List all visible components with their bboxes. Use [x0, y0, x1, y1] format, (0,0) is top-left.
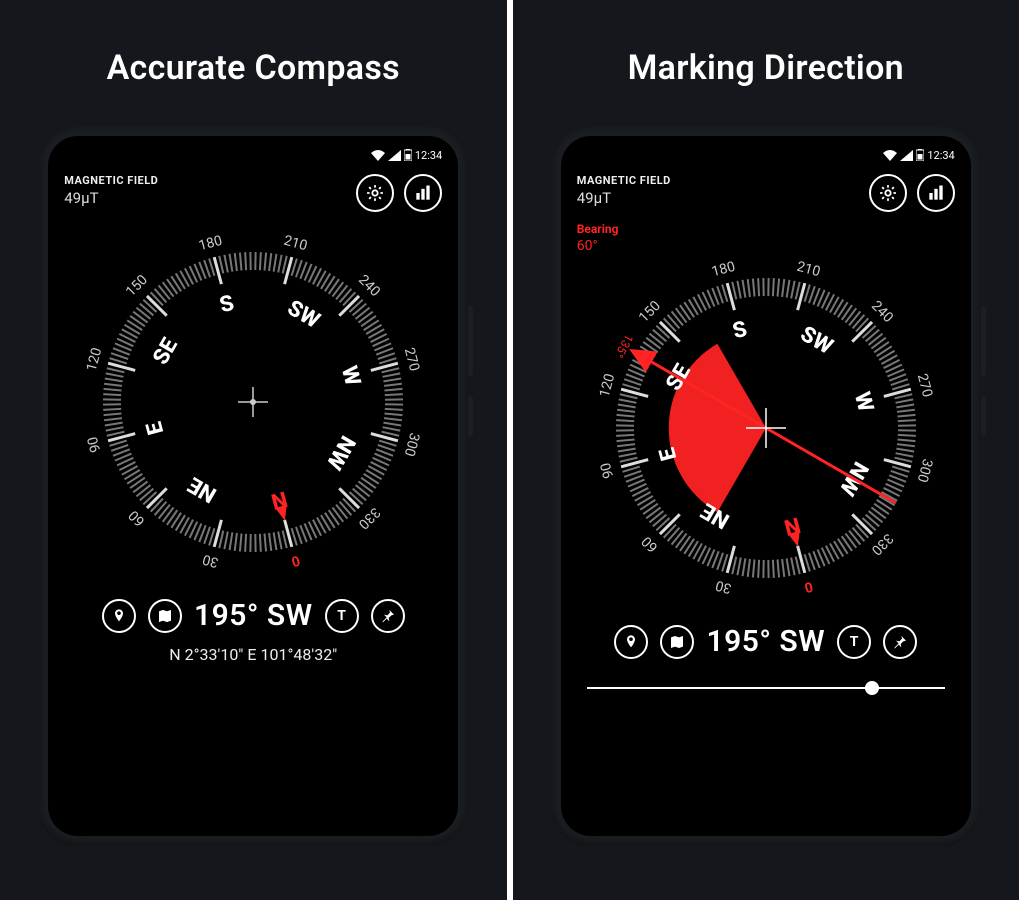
pane-left: Accurate Compass 12:34 MAGNETIC FIELD 49… — [0, 0, 507, 900]
svg-text:270: 270 — [913, 372, 935, 399]
svg-text:NE: NE — [697, 498, 734, 534]
compass-dial[interactable]: 0306090120150180210240270300330 NNEESESS… — [73, 222, 433, 582]
pin-icon — [111, 608, 127, 624]
slider-track — [587, 687, 945, 689]
status-time: 12:34 — [927, 149, 954, 162]
svg-text:S: S — [217, 291, 237, 319]
pushpin-icon — [380, 608, 396, 624]
svg-text:240: 240 — [868, 298, 896, 326]
svg-text:240: 240 — [355, 272, 383, 300]
svg-text:330: 330 — [868, 530, 896, 558]
heading-readout: 195° SW — [706, 624, 825, 659]
svg-text:180: 180 — [197, 233, 224, 255]
svg-text:90: 90 — [597, 461, 617, 480]
t-icon: T — [850, 634, 859, 650]
gear-icon — [365, 183, 385, 203]
svg-text:90: 90 — [85, 435, 105, 454]
svg-text:300: 300 — [913, 457, 935, 484]
svg-text:0: 0 — [802, 578, 814, 596]
pushpin-icon — [892, 634, 908, 650]
svg-text:330: 330 — [355, 504, 383, 532]
magnetic-field-value: 49µT — [577, 189, 671, 207]
svg-text:210: 210 — [795, 259, 822, 281]
t-icon: T — [337, 608, 346, 624]
signal-icon — [900, 150, 913, 161]
phone-frame-left: 12:34 MAGNETIC FIELD 49µT — [38, 126, 468, 846]
bearing-label: Bearing — [577, 222, 955, 236]
svg-text:NW: NW — [321, 431, 360, 474]
settings-button[interactable] — [356, 174, 394, 212]
svg-text:E: E — [142, 419, 169, 437]
battery-icon — [916, 149, 924, 161]
svg-text:SW: SW — [796, 322, 837, 360]
pin-icon — [623, 634, 639, 650]
location-button[interactable] — [102, 599, 136, 633]
svg-text:120: 120 — [596, 372, 618, 399]
stats-button[interactable] — [917, 174, 955, 212]
pin-button[interactable] — [883, 625, 917, 659]
svg-text:180: 180 — [710, 259, 737, 281]
compass-dial[interactable]: 0306090120150180210240270300330 NNEESESS… — [586, 248, 946, 608]
svg-text:150: 150 — [636, 298, 664, 326]
svg-text:60: 60 — [126, 507, 149, 530]
magnetic-field-block: MAGNETIC FIELD 49µT — [577, 174, 671, 207]
magnetic-field-block: MAGNETIC FIELD 49µT — [64, 174, 158, 207]
map-icon — [669, 634, 685, 650]
wifi-icon — [371, 150, 385, 161]
svg-text:30: 30 — [713, 577, 732, 597]
pane-title-left: Accurate Compass — [107, 48, 400, 88]
heading-readout: 195° SW — [194, 598, 313, 633]
true-north-button[interactable]: T — [325, 599, 359, 633]
svg-text:150: 150 — [123, 272, 151, 300]
true-north-button[interactable]: T — [837, 625, 871, 659]
signal-icon — [388, 150, 401, 161]
status-bar: 12:34 — [577, 146, 955, 164]
stats-button[interactable] — [404, 174, 442, 212]
slider-thumb[interactable] — [865, 681, 879, 695]
phone-screen-left: 12:34 MAGNETIC FIELD 49µT — [48, 136, 458, 836]
location-button[interactable] — [614, 625, 648, 659]
battery-icon — [404, 149, 412, 161]
magnetic-field-label: MAGNETIC FIELD — [64, 174, 158, 187]
phone-screen-right: 12:34 MAGNETIC FIELD 49µT Bearing — [561, 136, 971, 836]
settings-button[interactable] — [869, 174, 907, 212]
pane-right: Marking Direction 12:34 MAGNETIC FIELD 4… — [513, 0, 1019, 900]
bearing-slider[interactable] — [577, 681, 955, 695]
svg-text:135°: 135° — [611, 332, 635, 360]
svg-text:S: S — [730, 317, 750, 345]
svg-text:120: 120 — [84, 346, 106, 373]
map-button[interactable] — [660, 625, 694, 659]
svg-text:60: 60 — [638, 533, 661, 556]
bar-chart-icon — [926, 183, 946, 203]
phone-frame-right: 12:34 MAGNETIC FIELD 49µT Bearing — [551, 126, 981, 846]
pin-button[interactable] — [371, 599, 405, 633]
status-bar: 12:34 — [64, 146, 442, 164]
svg-text:W: W — [336, 363, 365, 388]
pane-title-right: Marking Direction — [628, 48, 904, 88]
svg-text:SE: SE — [149, 334, 184, 369]
coordinates-text: N 2°33'10" E 101°48'32" — [64, 645, 442, 664]
map-icon — [157, 608, 173, 624]
magnetic-field-label: MAGNETIC FIELD — [577, 174, 671, 187]
svg-text:0: 0 — [290, 552, 302, 570]
svg-text:300: 300 — [401, 431, 423, 458]
wifi-icon — [883, 150, 897, 161]
bar-chart-icon — [413, 183, 433, 203]
map-button[interactable] — [148, 599, 182, 633]
status-time: 12:34 — [415, 149, 442, 162]
magnetic-field-value: 49µT — [64, 189, 158, 207]
gear-icon — [878, 183, 898, 203]
svg-text:270: 270 — [401, 346, 423, 373]
svg-text:210: 210 — [282, 233, 309, 255]
svg-text:NE: NE — [185, 472, 222, 508]
svg-text:SW: SW — [283, 296, 324, 334]
svg-text:W: W — [849, 389, 878, 414]
svg-text:30: 30 — [201, 551, 220, 571]
